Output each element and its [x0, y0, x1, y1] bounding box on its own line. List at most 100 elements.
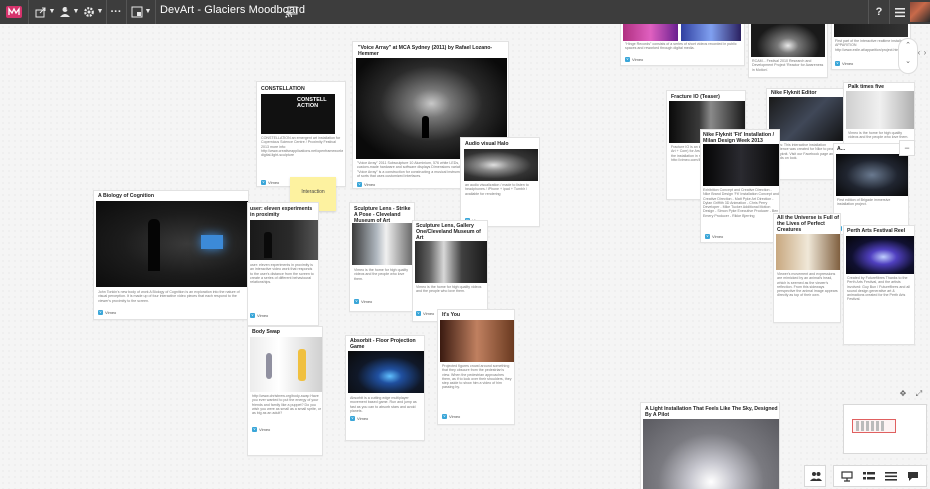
vimeo-source[interactable]: vVimeo	[261, 180, 279, 186]
source-label: Vimeo	[357, 416, 369, 421]
people-icon	[805, 466, 827, 488]
vimeo-source[interactable]: vVimeo	[350, 416, 368, 422]
source-label: Vimeo	[712, 234, 724, 239]
top-toolbar: ▼ ▼ ▼ ··· ▼ DevArt - Glaciers Moodboard	[0, 0, 930, 24]
video-thumbnail	[681, 24, 741, 41]
card-title: Palk times five	[848, 84, 885, 90]
video-thumbnail	[776, 234, 840, 270]
fit-button[interactable]: ✥	[896, 388, 910, 402]
media-card[interactable]: user: eleven experiments in proximity us…	[247, 202, 319, 326]
media-card[interactable]: All the Universe is Full of the Lives of…	[773, 213, 841, 323]
vimeo-source[interactable]: vVimeo	[416, 311, 434, 317]
vimeo-source[interactable]: vVimeo	[625, 57, 643, 63]
card-title: Absorbit - Floor Projection Game	[350, 338, 416, 350]
fullscreen-button[interactable]: ⤢	[912, 388, 926, 402]
card-description: John Tonkin's new body of work A Biology…	[98, 290, 240, 303]
card-description: CONSTELLATION an emergent art installati…	[261, 136, 343, 158]
media-card[interactable]: "Hinge Records" consists of a series of …	[620, 24, 745, 66]
zoom-out-button[interactable]: −	[899, 140, 915, 156]
media-card[interactable]: Body Swap http://www.chrisbrew.org/body-…	[247, 326, 323, 456]
source-label: Vimeo	[364, 182, 376, 187]
outline-button[interactable]	[880, 466, 902, 488]
card-title: Fracture IO (Teaser)	[671, 94, 720, 100]
media-card[interactable]: It's You Projected figures crowd around …	[437, 309, 515, 425]
card-title: Body Swap	[252, 329, 280, 335]
moodboard-canvas[interactable]: "Hinge Records" consists of a series of …	[0, 24, 930, 489]
vimeo-source[interactable]: vVimeo	[835, 61, 853, 67]
media-card[interactable]: Sculpture Lens, Gallery One/Cleveland Mu…	[412, 220, 488, 322]
vimeo-source[interactable]: vVimeo	[354, 299, 372, 305]
cast-icon	[284, 6, 297, 18]
pan-right-icon[interactable]: ›	[918, 48, 930, 57]
comments-icon	[908, 471, 918, 481]
share-button[interactable]: ▼	[34, 3, 56, 21]
list-icon	[863, 471, 875, 480]
vimeo-source[interactable]: vVimeo	[252, 427, 270, 433]
zoom-out-icon: −	[904, 143, 910, 153]
help-icon: ?	[875, 6, 883, 18]
settings-button[interactable]: ▼	[82, 3, 104, 21]
divider	[155, 0, 156, 24]
presentation-button[interactable]	[836, 466, 858, 488]
media-card[interactable]: Audio visual Halo an audio visualization…	[460, 137, 540, 227]
minimap-content	[856, 421, 886, 431]
vimeo-source[interactable]: vVimeo	[442, 414, 460, 420]
video-thumbnail	[623, 24, 678, 41]
source-label: Vimeo	[423, 311, 435, 316]
help-button[interactable]: ?	[872, 3, 886, 21]
pan-controls: ‹ ›	[912, 44, 927, 80]
view-button[interactable]: ▼	[130, 3, 152, 21]
video-thumbnail	[836, 154, 908, 196]
app-logo-icon[interactable]	[5, 3, 23, 21]
card-title: "Voice Array" at MCA Sydney (2011) by Ra…	[358, 45, 493, 57]
sticky-note-text: Interaction	[301, 189, 325, 195]
menu-button[interactable]	[893, 3, 907, 21]
media-card[interactable]: Nike Flyknit 'Fit' Installation / Milan …	[700, 129, 780, 243]
divider	[126, 0, 127, 24]
media-card[interactable]: Absorbit - Floor Projection Game Absorbi…	[345, 335, 425, 441]
more-button[interactable]: ···	[108, 3, 124, 21]
card-description: user: eleven experiments in proximity is…	[250, 263, 314, 285]
add-user-button[interactable]: ▼	[58, 3, 80, 21]
source-label: Vimeo	[842, 61, 854, 66]
board-view-button[interactable]	[858, 466, 880, 488]
presentation-icon	[841, 471, 853, 482]
card-description: Exhibition Concept and Creative Directio…	[703, 188, 779, 218]
card-title: CONSTELLATION	[261, 86, 305, 92]
media-card[interactable]: CONSTELLATION CONSTELL ACTION CONSTELLAT…	[256, 81, 346, 187]
source-label: Vimeo	[259, 427, 271, 432]
card-description: Created by Futurefibres Thanks to the Pe…	[847, 276, 910, 302]
media-card[interactable]: A Biology of Cognition John Tonkin's new…	[93, 190, 249, 320]
vimeo-source[interactable]: vVimeo	[705, 234, 723, 240]
vimeo-source[interactable]: vVimeo	[357, 182, 375, 188]
vimeo-source[interactable]: vVimeo	[98, 310, 116, 316]
card-description: First edition of Brigade immersive insta…	[837, 198, 891, 207]
video-thumbnail	[643, 419, 779, 489]
card-title: It's You	[442, 312, 461, 318]
user-avatar[interactable]	[910, 2, 930, 22]
card-description: an audio visualization / made to listen …	[465, 183, 529, 196]
thumbnail-text: CONSTELL ACTION	[297, 97, 327, 109]
minimap[interactable]	[843, 404, 927, 454]
card-title: A...	[837, 146, 846, 152]
media-card[interactable]: A... First edition of Brigade immersive …	[833, 143, 909, 235]
collaborators-panel[interactable]	[804, 465, 826, 487]
media-card[interactable]: A Light Installation That Feels Like The…	[640, 402, 780, 489]
vimeo-source[interactable]: vVimeo	[250, 313, 268, 319]
fullscreen-icon: ⤢	[915, 389, 923, 398]
media-card[interactable]: Sculpture Lens - Strike A Pose - Clevela…	[349, 202, 415, 312]
video-thumbnail	[96, 201, 248, 287]
video-thumbnail	[846, 91, 914, 129]
video-thumbnail	[348, 351, 424, 393]
card-title: Perth Arts Festival Reel	[847, 228, 906, 234]
cast-button[interactable]	[283, 3, 299, 21]
video-thumbnail	[846, 236, 914, 274]
comments-button[interactable]	[902, 466, 924, 488]
settings-icon	[83, 7, 94, 17]
card-title: All the Universe is Full of the Lives of…	[777, 215, 839, 233]
card-title: Sculpture Lens - Strike A Pose - Clevela…	[354, 206, 411, 224]
source-label: Vimeo	[257, 313, 269, 318]
card-description: "Hinge Records" consists of a series of …	[625, 42, 737, 51]
media-card[interactable]: Perth Arts Festival Reel Created by Futu…	[843, 225, 915, 345]
media-card[interactable]: RCAM... Festival 2010 Research and Devel…	[748, 24, 828, 78]
